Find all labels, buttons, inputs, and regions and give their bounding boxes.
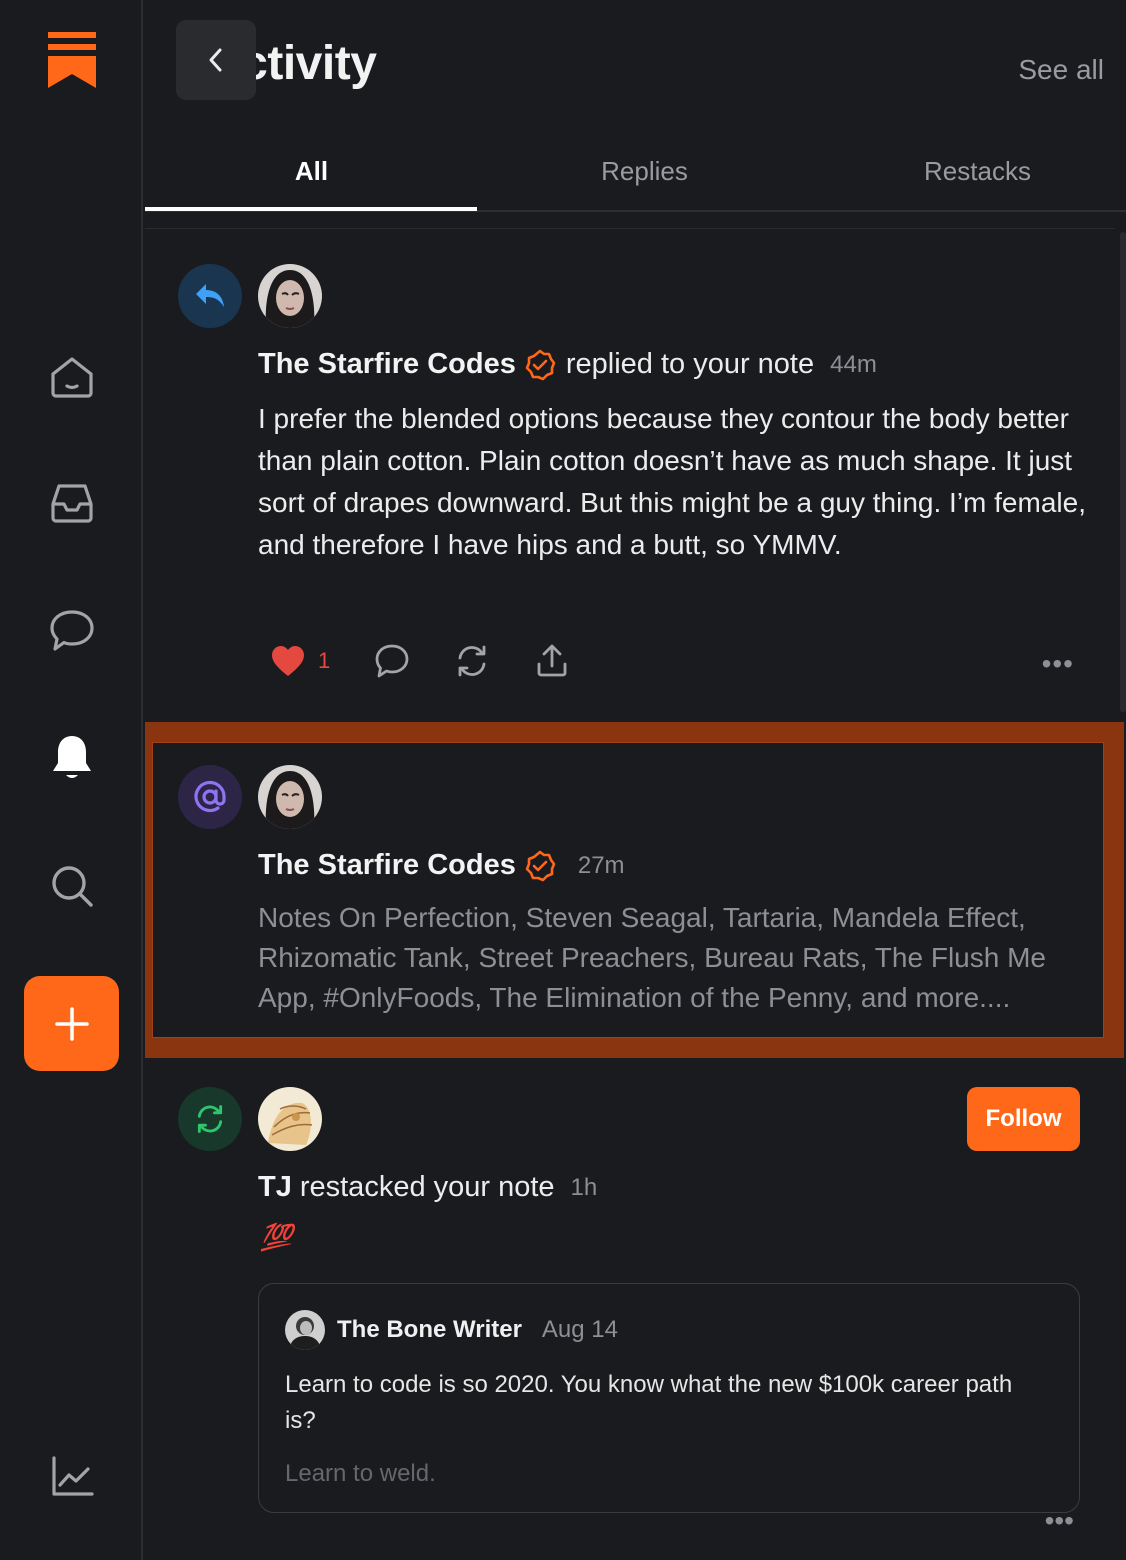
notification-header: The Starfire Codes replied to your note … (258, 348, 877, 381)
active-tab-indicator (145, 207, 477, 211)
quoted-text-continued: Learn to weld. (285, 1460, 436, 1487)
timestamp: 44m (830, 350, 877, 378)
verified-badge-icon (524, 349, 556, 381)
scrollbar[interactable] (1120, 232, 1126, 712)
tab-bar: All Replies Restacks (145, 140, 1126, 212)
verified-badge-icon (524, 850, 556, 882)
notification-header: TJ restacked your note 1h (258, 1171, 597, 1204)
comment-button[interactable] (374, 643, 410, 679)
more-options-button[interactable]: ••• (1042, 648, 1074, 680)
quoted-author-name[interactable]: The Bone Writer (337, 1316, 522, 1343)
reply-badge (178, 264, 242, 328)
action-text: restacked your note (299, 1171, 555, 1203)
like-button[interactable]: 1 (270, 645, 330, 677)
tab-restacks[interactable]: Restacks (811, 156, 1126, 187)
divider (145, 228, 1115, 229)
tab-replies[interactable]: Replies (478, 156, 811, 187)
plus-icon (54, 1006, 89, 1041)
comment-icon (375, 644, 409, 678)
share-icon (537, 644, 567, 677)
mention-badge (178, 765, 242, 829)
restack-button[interactable] (454, 643, 490, 679)
like-count: 1 (318, 648, 331, 673)
see-all-link[interactable]: See all (1018, 54, 1104, 86)
author-name[interactable]: TJ (258, 1171, 292, 1204)
inbox-icon[interactable] (46, 477, 98, 529)
at-sign-icon (194, 780, 226, 813)
chat-icon[interactable] (46, 604, 98, 656)
search-icon[interactable] (46, 860, 98, 912)
note-body[interactable]: I prefer the blended options because the… (258, 398, 1088, 566)
avatar[interactable] (258, 264, 322, 328)
back-button[interactable] (176, 20, 256, 100)
stats-icon[interactable] (46, 1450, 98, 1502)
post-preview[interactable]: Notes On Perfection, Steven Seagal, Tart… (258, 898, 1078, 1018)
author-name[interactable]: The Starfire Codes (258, 849, 516, 882)
hundred-points-emoji: 💯 (260, 1222, 293, 1252)
author-name[interactable]: The Starfire Codes (258, 348, 516, 381)
avatar[interactable] (258, 1087, 322, 1151)
notification-header: The Starfire Codes 27m (258, 849, 625, 882)
quoted-note-card[interactable]: The Bone Writer Aug 14 Learn to code is s… (258, 1283, 1080, 1513)
chevron-left-icon (209, 48, 222, 72)
action-text: replied to your note (565, 348, 815, 380)
home-icon[interactable] (46, 351, 98, 403)
note-actions: 1 (270, 643, 614, 679)
share-button[interactable] (534, 643, 570, 679)
restack-badge (178, 1087, 242, 1151)
quoted-text: Learn to code is so 2020. You know what … (285, 1371, 1013, 1434)
tab-all[interactable]: All (145, 156, 478, 187)
compose-button[interactable] (24, 976, 119, 1071)
bell-icon[interactable] (46, 732, 98, 784)
follow-button[interactable]: Follow (967, 1087, 1080, 1151)
reply-arrow-icon (196, 284, 224, 307)
activity-panel: Activity See all All Replies Restacks Th… (145, 0, 1126, 1560)
restack-icon (197, 1105, 223, 1133)
heart-icon (272, 646, 304, 676)
quoted-date: Aug 14 (541, 1316, 618, 1343)
timestamp: 27m (577, 851, 625, 879)
timestamp: 1h (570, 1173, 598, 1201)
quoted-author: The Bone Writer Aug 14 (337, 1316, 618, 1344)
avatar[interactable] (258, 765, 322, 829)
restack-icon (458, 645, 486, 677)
substack-logo-icon[interactable] (48, 32, 96, 88)
sidebar (0, 0, 143, 1560)
avatar[interactable] (285, 1310, 325, 1350)
more-options-button[interactable]: ••• (1045, 1505, 1074, 1537)
